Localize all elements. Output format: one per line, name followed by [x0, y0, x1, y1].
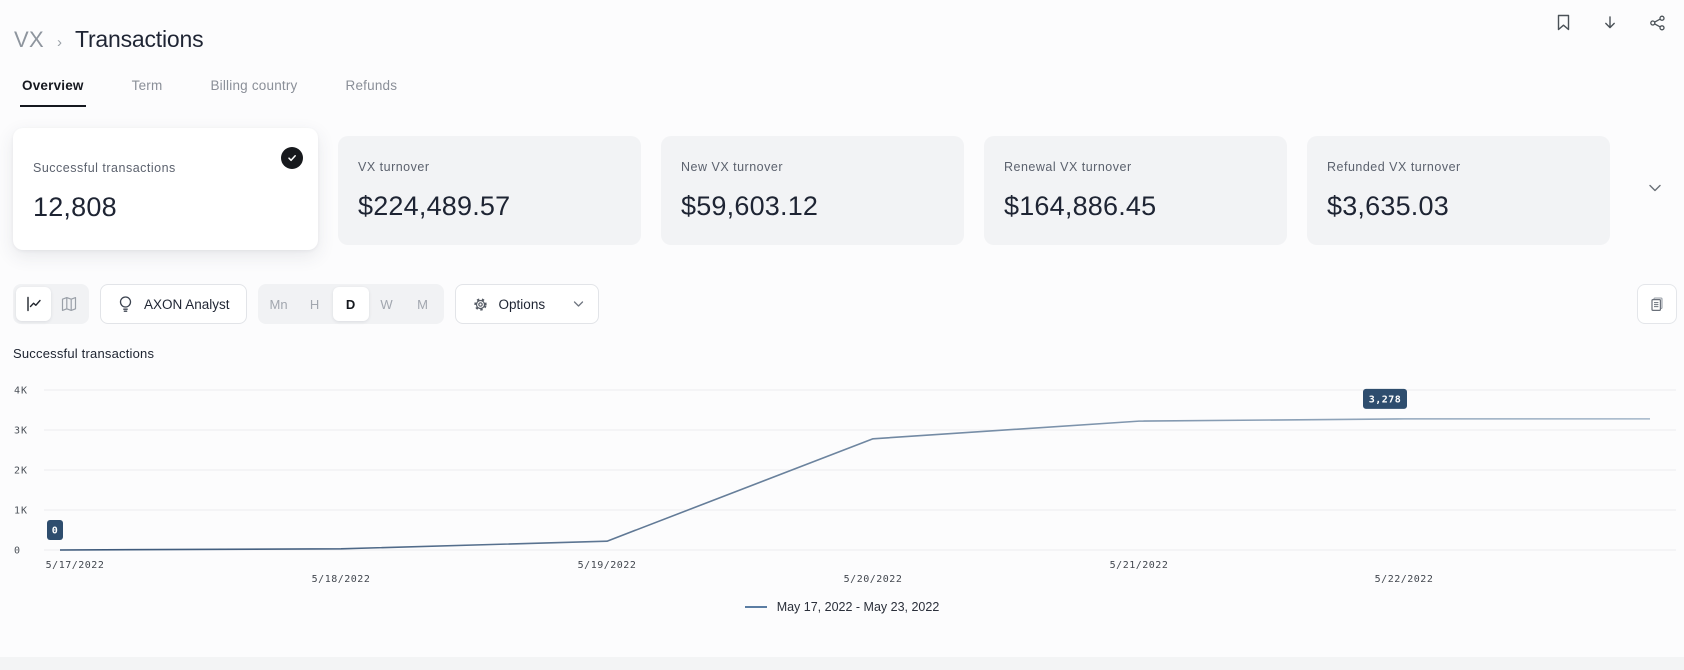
breadcrumb-separator: › [57, 34, 62, 51]
chart-view-toggle [13, 284, 89, 324]
svg-text:1K: 1K [14, 506, 28, 517]
metric-cards: Successful transactions 12,808 VX turnov… [13, 128, 1610, 250]
card-label: Refunded VX turnover [1327, 160, 1590, 174]
svg-text:0: 0 [14, 546, 21, 557]
bottom-section-divider [0, 657, 1684, 670]
line-chart-view-button[interactable] [16, 287, 51, 321]
svg-text:5/19/2022: 5/19/2022 [578, 560, 637, 571]
tab-refunds[interactable]: Refunds [344, 78, 400, 107]
svg-text:5/22/2022: 5/22/2022 [1375, 574, 1434, 585]
copy-icon [1648, 295, 1666, 313]
card-renewal-vx-turnover[interactable]: Renewal VX turnover $164,886.45 [984, 136, 1287, 245]
share-icon [1649, 15, 1666, 31]
gear-icon [472, 296, 489, 313]
card-label: New VX turnover [681, 160, 944, 174]
successful-transactions-line-chart: 0 1K 2K 3K 4K 5/17/2022 5/18/2022 5/19/2022 5/20… [0, 370, 1684, 595]
breadcrumb-section[interactable]: VX [14, 27, 44, 53]
svg-text:3K: 3K [14, 426, 28, 437]
legend-line-swatch [745, 606, 767, 608]
card-value: 12,808 [33, 192, 298, 223]
share-button[interactable] [1647, 13, 1668, 33]
card-label: Renewal VX turnover [1004, 160, 1267, 174]
card-value: $224,489.57 [358, 191, 621, 222]
svg-text:5/20/2022: 5/20/2022 [844, 574, 903, 585]
card-label: VX turnover [358, 160, 621, 174]
map-icon [60, 295, 78, 313]
download-icon [1602, 15, 1618, 31]
card-value: $164,886.45 [1004, 191, 1267, 222]
period-mn[interactable]: Mn [261, 287, 297, 321]
period-w[interactable]: W [369, 287, 405, 321]
chart-legend: May 17, 2022 - May 23, 2022 [0, 600, 1684, 614]
check-icon [281, 147, 303, 169]
chart-title: Successful transactions [13, 346, 154, 361]
axon-analyst-label: AXON Analyst [144, 297, 230, 312]
period-d[interactable]: D [333, 287, 369, 321]
svg-text:0: 0 [52, 526, 59, 537]
header-actions [1554, 12, 1668, 33]
options-label: Options [499, 297, 546, 312]
cards-collapse-button[interactable] [1648, 184, 1662, 193]
period-selector: Mn H D W M [258, 284, 444, 324]
card-label: Successful transactions [33, 161, 298, 175]
line-chart-icon [25, 295, 43, 313]
report-copy-button[interactable] [1637, 284, 1677, 324]
page-title: Transactions [75, 26, 203, 53]
tab-bar: Overview Term Billing country Refunds [20, 78, 399, 107]
bookmark-button[interactable] [1554, 12, 1573, 33]
chart-toolbar: AXON Analyst Mn H D W M Options [13, 284, 599, 324]
card-successful-transactions[interactable]: Successful transactions 12,808 [13, 128, 318, 250]
svg-text:2K: 2K [14, 466, 28, 477]
breadcrumb: VX › Transactions [14, 26, 203, 53]
card-value: $3,635.03 [1327, 191, 1590, 222]
svg-text:5/18/2022: 5/18/2022 [312, 574, 371, 585]
svg-text:5/17/2022: 5/17/2022 [46, 560, 105, 571]
map-view-button[interactable] [51, 287, 86, 321]
legend-label: May 17, 2022 - May 23, 2022 [777, 600, 940, 614]
svg-text:3,278: 3,278 [1369, 394, 1402, 405]
card-value: $59,603.12 [681, 191, 944, 222]
tab-billing-country[interactable]: Billing country [208, 78, 299, 107]
card-refunded-vx-turnover[interactable]: Refunded VX turnover $3,635.03 [1307, 136, 1610, 245]
chevron-down-icon [1648, 184, 1662, 193]
tab-overview[interactable]: Overview [20, 78, 86, 107]
period-m[interactable]: M [405, 287, 441, 321]
download-button[interactable] [1600, 13, 1620, 33]
tab-term[interactable]: Term [130, 78, 165, 107]
axon-analyst-button[interactable]: AXON Analyst [100, 284, 247, 324]
card-vx-turnover[interactable]: VX turnover $224,489.57 [338, 136, 641, 245]
period-h[interactable]: H [297, 287, 333, 321]
lightbulb-icon [117, 295, 134, 313]
card-new-vx-turnover[interactable]: New VX turnover $59,603.12 [661, 136, 964, 245]
options-button[interactable]: Options [455, 284, 600, 324]
bookmark-icon [1556, 14, 1571, 31]
svg-text:5/21/2022: 5/21/2022 [1110, 560, 1169, 571]
chevron-down-icon [573, 301, 584, 308]
svg-text:4K: 4K [14, 386, 28, 397]
